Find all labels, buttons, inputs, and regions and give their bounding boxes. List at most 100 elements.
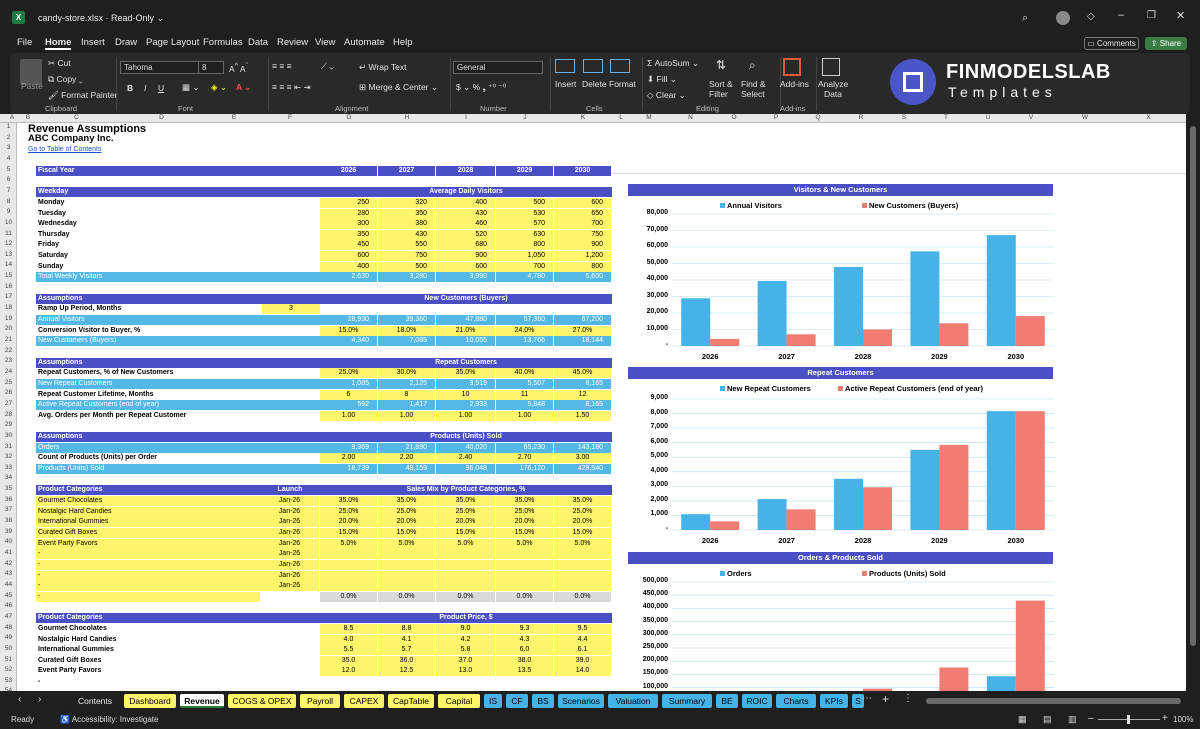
format-cells-icon[interactable] [610, 59, 630, 73]
find-select-button[interactable]: Find & Select [741, 79, 773, 99]
sheet-tab[interactable]: Contents [70, 694, 120, 708]
menu-item-10[interactable]: Help [393, 37, 413, 48]
delete-button[interactable]: Delete [582, 79, 607, 89]
zoom-out-icon[interactable]: – [1088, 713, 1094, 724]
copy-button[interactable]: ⧉ Copy ⌄ [48, 74, 83, 85]
clipboard-group-label: Clipboard [45, 104, 78, 113]
zoom-level[interactable]: 100% [1173, 715, 1193, 724]
restore-icon[interactable]: ❐ [1147, 10, 1156, 21]
more-tabs-icon[interactable]: ⋯ [862, 693, 872, 704]
page-layout-icon[interactable]: ▤ [1043, 714, 1052, 725]
fill-color-icon[interactable]: ◈ ⌄ [211, 82, 227, 93]
page-break-icon[interactable]: ▥ [1068, 714, 1077, 725]
eraser-icon: ◇ [647, 90, 654, 100]
scroll-thumb[interactable] [1190, 126, 1196, 646]
sheet-tab[interactable]: Charts [776, 694, 816, 708]
font-name-select[interactable]: Tahoma [120, 61, 206, 74]
addins-button[interactable]: Add-ins [780, 79, 809, 89]
sheet-tab[interactable]: Summary [662, 694, 712, 708]
currency-icon[interactable]: $ ⌄ % ❟ ⁺⁰ ⁻⁰ [456, 82, 506, 93]
sheet-tab[interactable]: CAPEX [344, 694, 384, 708]
menu-item-4[interactable]: Page Layout [146, 37, 199, 48]
vertical-scrollbar[interactable] [1186, 114, 1200, 691]
grid-logo-icon [903, 72, 923, 92]
menu-item-9[interactable]: Automate [344, 37, 385, 48]
sheet-tab[interactable]: Dashboard [124, 694, 176, 708]
add-sheet-icon[interactable]: + [882, 692, 889, 706]
chart-bar [710, 338, 740, 346]
menu-item-1[interactable]: Home [45, 37, 72, 50]
menu-item-6[interactable]: Data [248, 37, 268, 48]
merge-center-button[interactable]: ⊞ Merge & Center ⌄ [359, 82, 438, 93]
sheet-tab[interactable]: Valuation [608, 694, 658, 708]
sort-filter-button[interactable]: Sort & Filter [709, 79, 739, 99]
sheet-tab[interactable]: IS [484, 694, 502, 708]
zoom-in-icon[interactable]: + [1162, 713, 1168, 724]
sheet-tab[interactable]: COGS & OPEX [228, 694, 296, 708]
sheet-tab[interactable]: ROIC [742, 694, 772, 708]
cut-button[interactable]: ✂ Cut [48, 58, 71, 69]
clear-button[interactable]: ◇ Clear ⌄ [647, 90, 686, 101]
search-icon[interactable]: ⌕ [1022, 12, 1028, 25]
comments-button[interactable]: ▭ Comments [1084, 37, 1139, 50]
divider [550, 57, 551, 111]
fill-button[interactable]: ⬇ Fill ⌄ [647, 74, 677, 85]
menu-item-8[interactable]: View [315, 37, 335, 48]
sheet-tab[interactable]: KPIs [820, 694, 848, 708]
underline-button[interactable]: U [158, 83, 164, 93]
font-color-icon[interactable]: A ⌄ [236, 82, 251, 93]
wrap-text-button[interactable]: ↵ Wrap Text [359, 62, 406, 73]
sheet-tab[interactable]: Revenue [180, 694, 224, 708]
autosum-label: AutoSum [654, 58, 690, 68]
normal-view-icon[interactable]: ▦ [1018, 714, 1027, 725]
delete-cells-icon[interactable] [583, 59, 603, 73]
chart-bar [939, 667, 969, 691]
sheet-tab[interactable]: Capital [438, 694, 480, 708]
cut-label: Cut [57, 58, 71, 68]
sheet-tab[interactable]: CapTable [388, 694, 434, 708]
format-painter-button[interactable]: 🖌 Format Painter [48, 90, 117, 101]
borders-icon[interactable]: ▦ ⌄ [182, 82, 200, 93]
sheet-tab[interactable]: BS [532, 694, 554, 708]
spreadsheet-grid[interactable]: ABCDEFGHIJKLMNOPQRSTUVWX 1 2 3 4 5 6 7 8 9 10 11 12… [0, 114, 1186, 691]
accessibility-button[interactable]: ♿ Accessibility: Investigate [60, 715, 158, 724]
sheet-tab[interactable]: CF [506, 694, 528, 708]
format-button[interactable]: Format [609, 79, 636, 89]
font-size-select[interactable]: 8 [198, 61, 224, 74]
font-grow-button[interactable]: A^ Aˇ [229, 62, 248, 74]
menu-item-7[interactable]: Review [277, 37, 308, 48]
sheet-tab[interactable]: Payroll [300, 694, 340, 708]
number-format-select[interactable]: General [453, 61, 543, 74]
menu-item-3[interactable]: Draw [115, 37, 137, 48]
align-left-icon[interactable]: ≡ ≡ ≡ ⇤ ⇥ [272, 82, 311, 93]
file-title[interactable]: candy-store.xlsx · Read-Only ⌄ [38, 13, 164, 24]
tabs-menu-icon[interactable]: ⋮ [903, 693, 913, 704]
logo-subtitle: Templates [948, 84, 1057, 100]
sheet-tab[interactable]: Scenarios [558, 694, 604, 708]
diamond-icon[interactable]: ◇ [1087, 11, 1095, 22]
menu-item-2[interactable]: Insert [81, 37, 105, 48]
scroll-left-icon[interactable]: ‹ [18, 694, 21, 705]
autosum-button[interactable]: Σ AutoSum ⌄ [647, 58, 699, 69]
share-button[interactable]: ⇪ Share [1145, 37, 1187, 50]
analyze-data-icon[interactable] [822, 58, 840, 76]
scroll-right-icon[interactable]: › [38, 694, 41, 705]
align-top-icon[interactable]: ≡ ≡ ≡ [272, 61, 292, 71]
insert-button[interactable]: Insert [555, 79, 576, 89]
minimize-icon[interactable]: – [1118, 9, 1124, 21]
sheet-tab[interactable]: BE [716, 694, 738, 708]
italic-button[interactable]: I [144, 83, 146, 93]
addins-icon[interactable] [783, 58, 801, 76]
avatar[interactable] [1056, 11, 1070, 25]
bold-button[interactable]: B [127, 83, 133, 93]
insert-cells-icon[interactable] [555, 59, 575, 73]
zoom-slider[interactable] [1098, 715, 1160, 724]
zoom-thumb[interactable] [1127, 715, 1130, 724]
analyze-data-button[interactable]: Analyze Data [818, 79, 848, 99]
menu-item-5[interactable]: Formulas [203, 37, 243, 48]
orientation-icon[interactable]: ⟋ ⌄ [321, 61, 334, 72]
chart-bar [1015, 411, 1045, 530]
close-icon[interactable]: ✕ [1176, 9, 1185, 22]
horizontal-scrollbar[interactable] [926, 698, 1181, 704]
menu-item-0[interactable]: File [17, 37, 32, 48]
